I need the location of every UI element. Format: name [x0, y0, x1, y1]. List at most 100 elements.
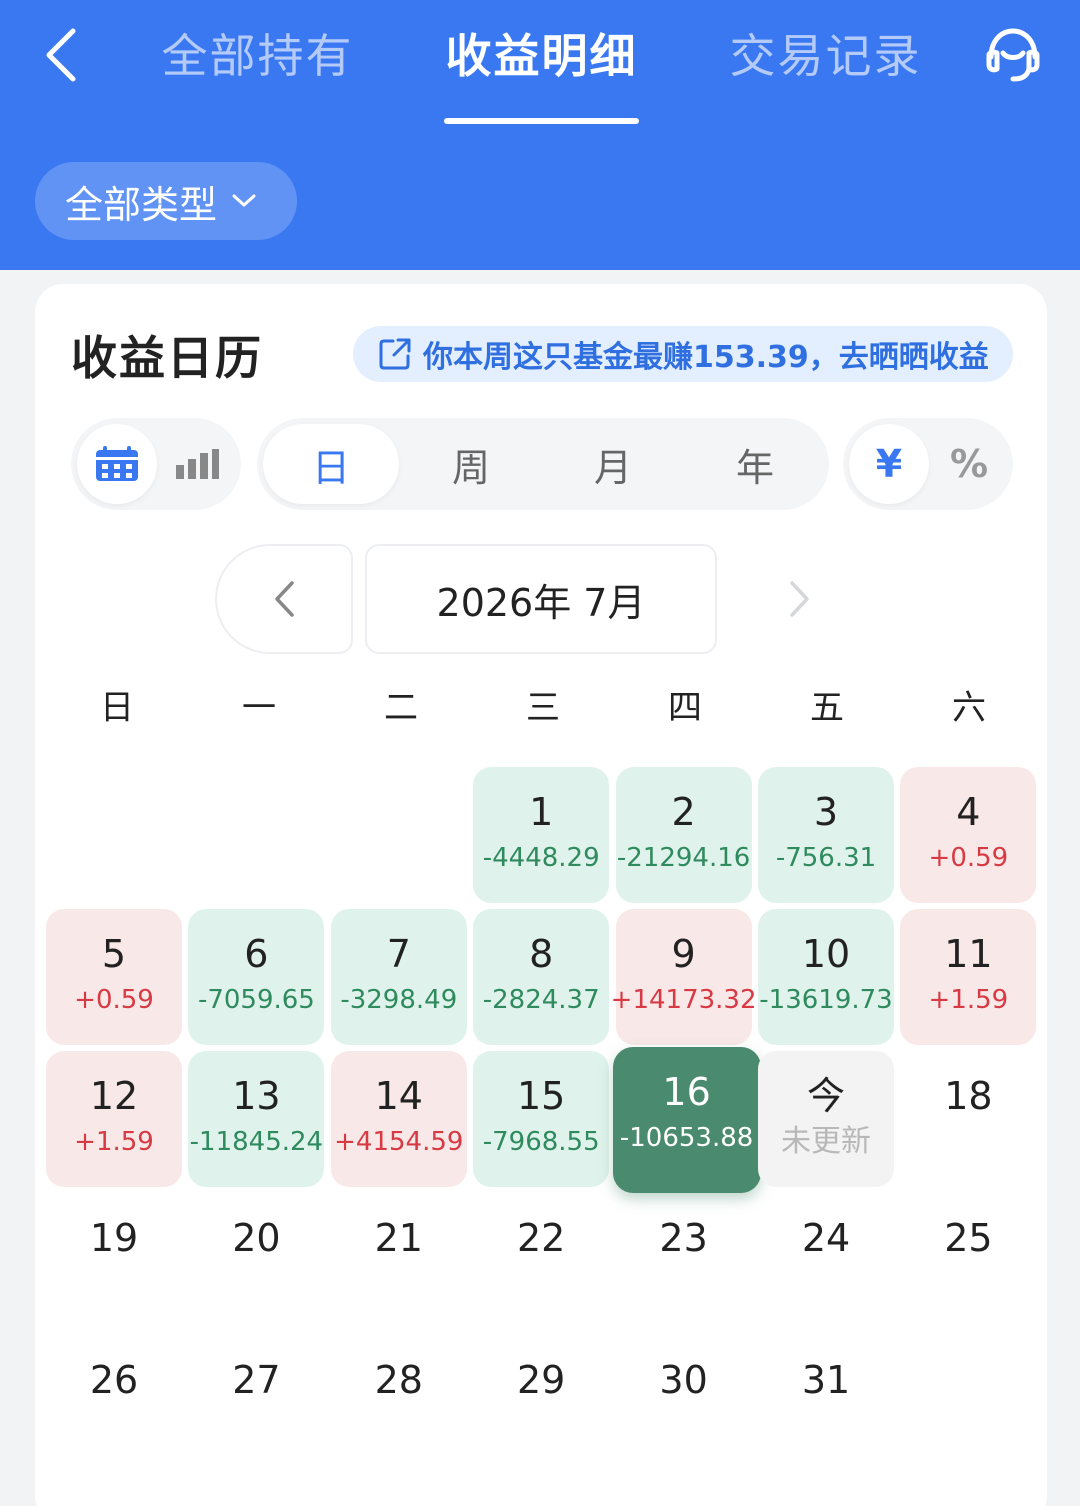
weekday-fri: 五	[810, 688, 844, 728]
calendar-day-earnings: -3298.49	[340, 985, 458, 1015]
calendar-day-earnings: +1.59	[74, 1127, 154, 1157]
bar-chart-icon	[176, 449, 219, 479]
calendar-day-number: 2	[671, 790, 696, 834]
calendar-day-cell[interactable]: 20	[188, 1193, 324, 1329]
calendar-day-cell[interactable]: 25	[900, 1193, 1036, 1329]
calendar-day-cell[interactable]: 15 -7968.55	[473, 1051, 610, 1187]
weekday-thu: 四	[668, 688, 702, 728]
calendar-day-cell[interactable]: 4 +0.59	[900, 767, 1037, 903]
headset-icon	[986, 28, 1040, 82]
calendar-day-cell[interactable]: 11 +1.59	[900, 909, 1037, 1045]
view-mode-toggle	[71, 418, 241, 510]
calendar-day-cell[interactable]: 31	[758, 1335, 894, 1471]
period-year[interactable]: 年	[687, 424, 823, 504]
calendar-day-earnings: +1.59	[928, 985, 1009, 1015]
calendar-day-number: 6	[244, 932, 269, 976]
chart-view-button[interactable]	[157, 424, 237, 504]
calendar-day-number: 27	[232, 1358, 281, 1402]
calendar-day-cell[interactable]: 18	[900, 1051, 1036, 1187]
calendar-day-cell[interactable]: 16 -10653.88	[612, 1047, 761, 1193]
calendar-day-cell[interactable]: 13 -11845.24	[188, 1051, 325, 1187]
calendar-day-number: 24	[801, 1216, 851, 1260]
tab-transactions[interactable]: 交易记录	[728, 20, 923, 92]
weekday-sun: 日	[100, 688, 134, 728]
calendar-day-cell[interactable]: 27	[188, 1335, 324, 1471]
customer-service-button[interactable]	[976, 18, 1050, 92]
calendar-day-cell[interactable]: 2 -21294.16	[615, 767, 752, 903]
calendar-icon	[96, 446, 138, 481]
calendar-day-number: 22	[517, 1216, 566, 1260]
calendar-day-cell[interactable]: 1 -4448.29	[473, 767, 610, 903]
weekday-tue: 二	[384, 688, 418, 728]
calendar-day-cell[interactable]: 26	[46, 1335, 182, 1471]
calendar-day-number: 19	[89, 1216, 139, 1260]
unit-amount[interactable]: ¥	[849, 424, 929, 504]
calendar-day-number: 4	[956, 790, 981, 834]
calendar-day-cell[interactable]: 8 -2824.37	[473, 909, 610, 1045]
calendar-day-number: 23	[659, 1216, 708, 1260]
calendar-day-cell[interactable]: 29	[473, 1335, 609, 1471]
tab-earnings-detail[interactable]: 收益明细	[444, 20, 639, 92]
tab-holdings[interactable]: 全部持有	[160, 20, 355, 92]
calendar-day-earnings: -11845.24	[189, 1127, 324, 1157]
chevron-left-icon	[46, 28, 76, 82]
calendar-day-number: 3	[813, 790, 839, 834]
unit-toggle: ¥ %	[843, 418, 1013, 510]
chevron-right-icon	[790, 581, 809, 617]
calendar-day-earnings: +0.59	[928, 843, 1009, 873]
share-earnings-banner[interactable]: 你本周这只基金最赚153.39，去晒晒收益	[353, 326, 1013, 382]
prev-month-button[interactable]	[215, 544, 353, 654]
calendar-view-button[interactable]	[77, 424, 157, 504]
calendar-day-cell[interactable]: 22	[473, 1193, 609, 1329]
calendar-day-cell[interactable]: 10 -13619.73	[758, 909, 894, 1045]
calendar-day-cell[interactable]: 23	[616, 1193, 752, 1329]
share-earnings-text: 你本周这只基金最赚153.39，去晒晒收益	[423, 340, 989, 375]
calendar-day-earnings: +14173.32	[610, 985, 757, 1015]
calendar-day-number: 20	[232, 1216, 281, 1260]
calendar-day-number: 30	[659, 1358, 708, 1402]
calendar-day-cell[interactable]: 9 +14173.32	[611, 909, 757, 1045]
period-week[interactable]: 周	[403, 424, 539, 504]
type-filter-label: 全部类型	[65, 182, 218, 227]
back-button[interactable]	[30, 20, 90, 90]
calendar-day-cell[interactable]: 12 +1.59	[46, 1051, 182, 1187]
weekday-sat: 六	[952, 688, 986, 728]
period-month[interactable]: 月	[545, 424, 681, 504]
calendar-day-number: 25	[944, 1216, 993, 1260]
calendar-day-earnings: -4448.29	[482, 843, 600, 873]
current-month-label[interactable]: 2026年 7月	[365, 544, 717, 654]
calendar-day-cell[interactable]: 7 -3298.49	[330, 909, 467, 1045]
calendar-day-earnings: -7968.55	[482, 1127, 600, 1157]
calendar-day-number: 11	[944, 932, 993, 976]
chevron-down-icon	[231, 193, 257, 209]
chevron-left-icon	[275, 581, 294, 617]
calendar-day-cell[interactable]: 21	[331, 1193, 467, 1329]
period-day[interactable]: 日	[263, 424, 399, 504]
calendar-day-number: 5	[101, 932, 127, 976]
calendar-day-cell[interactable]: 今未更新	[758, 1051, 894, 1187]
calendar-day-cell[interactable]: 30	[616, 1335, 752, 1471]
calendar-day-cell[interactable]: 24	[758, 1193, 894, 1329]
card-title: 收益日历	[71, 331, 263, 385]
calendar-day-cell[interactable]: 14 +4154.59	[330, 1051, 467, 1187]
earnings-calendar-card: 收益日历 你本周这只基金最赚153.39，去晒晒收益 日 周 月 年 ¥ % 2…	[35, 284, 1047, 1506]
calendar-day-earnings: -21294.16	[616, 843, 751, 873]
calendar-day-number: 今	[806, 1074, 845, 1118]
calendar-day-earnings: +0.59	[74, 985, 154, 1015]
period-toggle: 日 周 月 年	[257, 418, 829, 510]
active-tab-indicator	[444, 118, 639, 124]
type-filter-dropdown[interactable]: 全部类型	[35, 162, 297, 240]
calendar-day-number: 12	[89, 1074, 139, 1118]
calendar-day-cell[interactable]: 3 -756.31	[758, 767, 894, 903]
calendar-day-cell[interactable]: 6 -7059.65	[188, 909, 325, 1045]
calendar-day-cell[interactable]: 19	[46, 1193, 182, 1329]
calendar-day-number: 28	[374, 1358, 423, 1402]
next-month-button[interactable]	[731, 544, 869, 654]
unit-percent[interactable]: %	[929, 424, 1009, 504]
calendar-day-number: 13	[232, 1074, 281, 1118]
calendar-day-earnings: -756.31	[775, 843, 877, 873]
calendar-day-cell[interactable]: 28	[331, 1335, 467, 1471]
calendar-day-number: 31	[801, 1358, 851, 1402]
calendar-day-cell[interactable]: 5 +0.59	[46, 909, 182, 1045]
calendar-day-number: 16	[662, 1070, 711, 1114]
